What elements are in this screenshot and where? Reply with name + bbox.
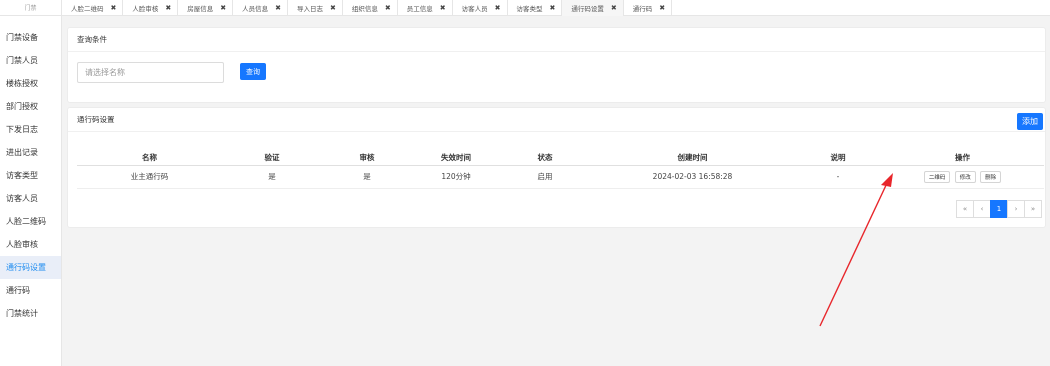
tab-person-info[interactable]: 人员信息 ✖ — [233, 0, 288, 16]
pagination: « ‹ 1 › » — [956, 200, 1042, 218]
tab-visitor-type[interactable]: 访客类型 ✖ — [508, 0, 563, 16]
prev-page-button[interactable]: ‹ — [973, 200, 991, 218]
cell-status: 启用 — [500, 165, 590, 189]
delete-button[interactable]: 删除 — [980, 170, 1002, 183]
sidebar-item-department-auth[interactable]: 部门授权 — [0, 95, 61, 118]
tab-label: 访客人员 — [461, 5, 488, 13]
tab-import-log[interactable]: 导入日志 ✖ — [288, 0, 343, 16]
tab-label: 访客类型 — [516, 5, 543, 13]
sidebar-item-visitor-type[interactable]: 访客类型 — [0, 164, 61, 187]
sidebar-item-face-review[interactable]: 人脸审核 — [0, 233, 61, 256]
cell-verify: 是 — [222, 165, 322, 189]
close-icon[interactable]: ✖ — [330, 4, 336, 12]
cell-note: - — [795, 165, 881, 189]
sidebar-item-door-personnel[interactable]: 门禁人员 — [0, 49, 61, 72]
cell-expire-time: 120分钟 — [412, 165, 500, 189]
first-page-button[interactable]: « — [956, 200, 974, 218]
next-page-button[interactable]: › — [1007, 200, 1025, 218]
tab-visitors[interactable]: 访客人员 ✖ — [453, 0, 508, 16]
close-icon[interactable]: ✖ — [495, 4, 501, 12]
current-page-button[interactable]: 1 — [990, 200, 1008, 218]
tab-label: 人脸二维码 — [71, 5, 104, 13]
last-page-button[interactable]: » — [1024, 200, 1042, 218]
table-row: 业主通行码 是 是 120分钟 启用 2024-02-03 16:58:28 -… — [77, 165, 1044, 189]
tab-staff-info[interactable]: 员工信息 ✖ — [398, 0, 453, 16]
column-header-verify[interactable]: 验证 — [222, 150, 322, 166]
close-icon[interactable]: ✖ — [611, 4, 617, 12]
sidebar-item-visitors[interactable]: 访客人员 — [0, 187, 61, 210]
query-panel-title: 查询条件 — [68, 28, 1045, 52]
sidebar-item-pass-code[interactable]: 通行码 — [0, 279, 61, 302]
column-header-note[interactable]: 说明 — [795, 150, 881, 166]
column-header-created-time[interactable]: 创建时间 — [590, 150, 795, 166]
cell-audit: 是 — [322, 165, 412, 189]
tab-bar: 人脸二维码 ✖ 人脸审核 ✖ 房屋信息 ✖ 人员信息 ✖ 导入日志 ✖ 组织信息 ✖ 员工信… — [62, 0, 1050, 16]
cell-name: 业主通行码 — [77, 165, 222, 189]
list-panel: 通行码设置 添加 名称 验证 审核 失效时间 状态 创建时间 说明 操作 业主通… — [67, 107, 1046, 228]
close-icon[interactable]: ✖ — [440, 4, 446, 12]
tab-label: 组织信息 — [351, 5, 378, 13]
column-header-status[interactable]: 状态 — [500, 150, 590, 166]
search-button[interactable]: 查询 — [240, 63, 266, 80]
close-icon[interactable]: ✖ — [385, 4, 391, 12]
tab-label: 人脸审核 — [132, 5, 159, 13]
sidebar-item-access-records[interactable]: 进出记录 — [0, 141, 61, 164]
sidebar-item-pass-code-settings[interactable]: 通行码设置 — [0, 256, 61, 279]
table-header-row: 名称 验证 审核 失效时间 状态 创建时间 说明 操作 — [77, 150, 1044, 166]
tab-label: 导入日志 — [297, 5, 323, 13]
close-icon[interactable]: ✖ — [275, 4, 281, 12]
tab-house-info[interactable]: 房屋信息 ✖ — [178, 0, 234, 16]
tab-label: 通行码 — [632, 5, 653, 13]
sidebar-menu: 门禁设备 门禁人员 楼栋授权 部门授权 下发日志 进出记录 访客类型 访客人员 … — [0, 16, 61, 325]
sidebar-item-issue-log[interactable]: 下发日志 — [0, 118, 61, 141]
sidebar-item-door-stats[interactable]: 门禁统计 — [0, 302, 61, 325]
query-panel: 查询条件 查询 — [67, 27, 1046, 103]
sidebar: 门禁 门禁设备 门禁人员 楼栋授权 部门授权 下发日志 进出记录 访客类型 访客… — [0, 0, 62, 366]
cell-actions: 二维码 修改 删除 — [881, 165, 1044, 189]
list-panel-title: 通行码设置 — [68, 108, 1045, 132]
close-icon[interactable]: ✖ — [165, 4, 171, 12]
pass-code-table: 名称 验证 审核 失效时间 状态 创建时间 说明 操作 业主通行码 是 是 12… — [77, 150, 1044, 189]
close-icon[interactable]: ✖ — [111, 4, 117, 12]
tab-pass-code-settings[interactable]: 通行码设置 ✖ — [562, 0, 624, 16]
column-header-audit[interactable]: 审核 — [322, 150, 412, 166]
cell-created-time: 2024-02-03 16:58:28 — [590, 165, 795, 189]
close-icon[interactable]: ✖ — [550, 4, 556, 12]
add-button[interactable]: 添加 — [1017, 113, 1043, 130]
tab-label: 通行码设置 — [571, 5, 604, 13]
sidebar-item-building-auth[interactable]: 楼栋授权 — [0, 72, 61, 95]
tab-label: 人员信息 — [242, 5, 269, 13]
sidebar-header: 门禁 — [0, 0, 61, 16]
edit-button[interactable]: 修改 — [954, 170, 976, 183]
column-header-actions: 操作 — [881, 150, 1044, 166]
tab-label: 房屋信息 — [187, 5, 214, 13]
tab-org-info[interactable]: 组织信息 ✖ — [343, 0, 398, 16]
tab-face-review[interactable]: 人脸审核 ✖ — [123, 0, 179, 16]
sidebar-item-door-device[interactable]: 门禁设备 — [0, 26, 61, 49]
close-icon[interactable]: ✖ — [659, 4, 665, 12]
sidebar-item-face-qrcode[interactable]: 人脸二维码 — [0, 210, 61, 233]
column-header-name[interactable]: 名称 — [77, 150, 222, 166]
tab-face-qrcode[interactable]: 人脸二维码 ✖ — [62, 0, 124, 16]
column-header-expire-time[interactable]: 失效时间 — [412, 150, 500, 166]
tab-label: 员工信息 — [406, 5, 433, 13]
close-icon[interactable]: ✖ — [220, 4, 226, 12]
qrcode-button[interactable]: 二维码 — [923, 170, 951, 183]
tab-pass-code[interactable]: 通行码 ✖ — [624, 0, 673, 16]
name-search-input[interactable] — [77, 62, 224, 83]
